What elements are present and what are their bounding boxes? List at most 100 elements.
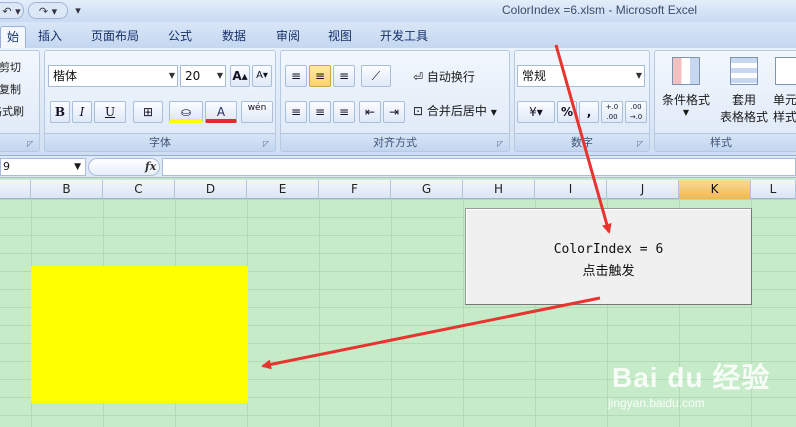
formula-bar: 9 ▼ fx <box>0 156 796 178</box>
align-left-icon: ≡ <box>290 105 302 119</box>
tab-home[interactable]: 始 <box>0 26 26 48</box>
number-group: 常规 ▼ ¥▾ % , +.0 .00 .00 →.0 数字 ◸ <box>514 50 650 152</box>
font-group: 楷体 ▼ 20 ▼ A▴ A▾ B I U ⊞ ⛀ A wén 字体 ◸ <box>44 50 276 152</box>
align-middle-icon: ≡ <box>314 69 326 83</box>
format-as-table-button[interactable]: 套用 表格格式 <box>715 55 773 127</box>
decrease-indent-button[interactable]: ⇤ <box>359 101 381 123</box>
tab-review[interactable]: 审阅 <box>268 26 308 48</box>
cell-styles-button[interactable]: 单元 样式 <box>771 55 796 127</box>
dialog-launcher-icon[interactable]: ◸ <box>27 139 36 148</box>
cell-styles-icon <box>775 57 796 85</box>
align-right-button[interactable]: ≡ <box>333 101 355 123</box>
bold-button[interactable]: B <box>50 101 70 123</box>
column-header-l[interactable]: L <box>751 180 796 199</box>
decrease-decimal-button[interactable]: .00 →.0 <box>625 101 647 123</box>
column-header-f[interactable]: F <box>319 180 391 199</box>
dialog-launcher-icon[interactable]: ◸ <box>497 139 506 148</box>
tab-developer[interactable]: 开发工具 <box>372 26 436 48</box>
table-format-icon <box>730 57 758 85</box>
formula-input[interactable] <box>162 158 796 176</box>
tab-page-layout[interactable]: 页面布局 <box>84 26 146 48</box>
font-name-combo[interactable]: 楷体 ▼ <box>48 65 178 87</box>
clipboard-group: 剪切 复制 格式刷 ◸ <box>0 50 40 152</box>
wrap-text-button[interactable]: ⏎ 自动换行 <box>413 67 475 87</box>
increase-decimal-button[interactable]: +.0 .00 <box>601 101 623 123</box>
cell-styles-label-1: 单元 <box>773 93 796 107</box>
dialog-launcher-icon[interactable]: ◸ <box>263 139 272 148</box>
paint-bucket-icon: ⛀ <box>180 105 192 119</box>
ribbon-tabs: 始 插入 页面布局 公式 数据 审阅 视图 开发工具 <box>0 22 796 48</box>
tab-data[interactable]: 数据 <box>214 26 254 48</box>
column-header-d[interactable]: D <box>175 180 247 199</box>
undo-button[interactable]: ↶ ▾ <box>0 2 24 19</box>
alignment-group-label: 对齐方式 <box>281 133 509 151</box>
font-color-button[interactable]: A <box>205 101 237 123</box>
font-name-value: 楷体 <box>53 69 78 83</box>
number-format-value: 常规 <box>522 69 547 83</box>
indent-icon: ⇥ <box>388 105 400 119</box>
cell-styles-label-2: 样式 <box>773 110 796 124</box>
name-box[interactable]: 9 ▼ <box>0 158 86 176</box>
number-format-combo[interactable]: 常规 ▼ <box>517 65 645 87</box>
font-size-combo[interactable]: 20 ▼ <box>180 65 226 87</box>
macro-button-line2: 点击触发 <box>582 264 635 279</box>
merge-center-button[interactable]: ⊡ 合并后居中 ▼ <box>413 101 497 121</box>
font-group-label: 字体 <box>45 133 275 151</box>
align-center-button[interactable]: ≡ <box>309 101 331 123</box>
redo-button[interactable]: ↷ ▾ <box>28 2 68 19</box>
shrink-font-button[interactable]: A▾ <box>252 65 272 87</box>
percent-button[interactable]: % <box>557 101 577 123</box>
customize-qat-button[interactable]: ▾ <box>72 2 84 19</box>
chevron-down-icon: ▼ <box>74 162 81 172</box>
tab-insert[interactable]: 插入 <box>32 26 68 48</box>
orientation-button[interactable]: ⟋ <box>361 65 391 87</box>
conditional-format-icon <box>672 57 700 85</box>
border-button[interactable]: ⊞ <box>133 101 163 123</box>
column-header-c[interactable]: C <box>103 180 175 199</box>
cut-button[interactable]: 剪切 <box>0 59 21 75</box>
chevron-down-icon: ▼ <box>682 108 690 117</box>
chevron-down-icon: ▼ <box>216 71 223 80</box>
align-top-icon: ≡ <box>290 69 302 83</box>
align-bottom-button[interactable]: ≡ <box>333 65 355 87</box>
column-header-h[interactable]: H <box>463 180 535 199</box>
underline-button[interactable]: U <box>94 101 126 123</box>
column-header-j[interactable]: J <box>607 180 679 199</box>
alignment-group: ≡ ≡ ≡ ⟋ ⏎ 自动换行 ≡ ≡ ≡ ⇤ ⇥ ⊡ 合并后居中 ▼ 对齐方式 … <box>280 50 510 152</box>
phonetic-button[interactable]: wén <box>241 101 273 123</box>
grow-font-button[interactable]: A▴ <box>230 65 250 87</box>
chevron-down-icon: ▼ <box>635 71 642 80</box>
column-header-g[interactable]: G <box>391 180 463 199</box>
format-painter-button[interactable]: 格式刷 <box>0 103 24 119</box>
dialog-launcher-icon[interactable]: ◸ <box>637 139 646 148</box>
tab-formulas[interactable]: 公式 <box>160 26 200 48</box>
align-left-button[interactable]: ≡ <box>285 101 307 123</box>
ribbon: 剪切 复制 格式刷 ◸ 楷体 ▼ 20 ▼ A▴ A▾ B I U ⊞ ⛀ A wé… <box>0 48 796 156</box>
watermark-url: jingyan.baidu.com <box>608 396 705 410</box>
font-size-value: 20 <box>185 69 201 83</box>
tab-view[interactable]: 视图 <box>320 26 360 48</box>
align-top-button[interactable]: ≡ <box>285 65 307 87</box>
watermark-brand: Bai du 经验 <box>612 362 771 393</box>
column-header-e[interactable]: E <box>247 180 319 199</box>
wrap-text-icon: ⏎ <box>413 70 424 84</box>
select-all-corner[interactable] <box>0 180 31 199</box>
column-header-b[interactable]: B <box>31 180 103 199</box>
title-bar: ↶ ▾ ↷ ▾ ▾ ColorIndex =6.xlsm - Microsoft… <box>0 0 796 22</box>
align-bottom-icon: ≡ <box>338 69 350 83</box>
increase-indent-button[interactable]: ⇥ <box>383 101 405 123</box>
align-middle-button[interactable]: ≡ <box>309 65 331 87</box>
column-header-k[interactable]: K <box>679 180 751 199</box>
colorindex-macro-button[interactable]: ColorIndex = 6 点击触发 <box>465 208 752 305</box>
format-as-table-label-2: 表格格式 <box>719 110 768 124</box>
italic-button[interactable]: I <box>72 101 92 123</box>
chevron-down-icon: ▼ <box>490 108 497 117</box>
yellow-filled-range[interactable] <box>31 266 248 403</box>
accounting-format-button[interactable]: ¥▾ <box>517 101 555 123</box>
fill-color-button[interactable]: ⛀ <box>169 101 203 123</box>
conditional-format-button[interactable]: 条件格式 ▼ <box>659 55 713 127</box>
column-header-i[interactable]: I <box>535 180 607 199</box>
insert-function-icon[interactable]: fx <box>145 160 156 173</box>
comma-button[interactable]: , <box>579 101 599 123</box>
copy-button[interactable]: 复制 <box>0 81 21 97</box>
